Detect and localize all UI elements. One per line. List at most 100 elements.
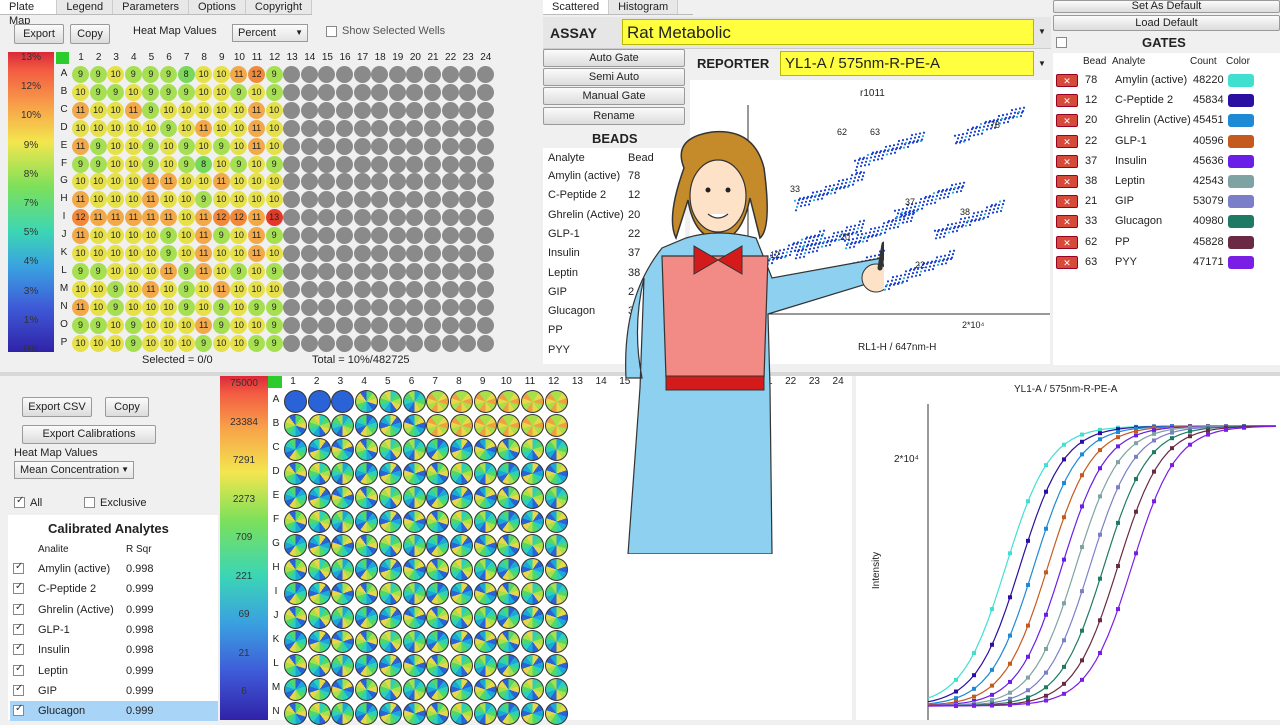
plate-well[interactable]: 9	[248, 298, 265, 316]
plate-well[interactable]	[331, 630, 355, 653]
cluster-label[interactable]: 78	[990, 120, 1000, 130]
plate-well[interactable]: 11	[248, 101, 265, 119]
column-header[interactable]: 1	[72, 52, 90, 63]
plate-well[interactable]	[284, 558, 307, 581]
gate-row[interactable]: ✕ 38 Leptin 42543	[1056, 172, 1280, 192]
column-header[interactable]: 14	[301, 52, 319, 63]
row-header[interactable]: D	[270, 466, 282, 477]
column-header[interactable]: 7	[178, 52, 196, 63]
plate-well[interactable]	[378, 438, 402, 461]
gate-color-swatch[interactable]	[1228, 175, 1254, 188]
plate-well[interactable]	[476, 334, 494, 352]
plate-well[interactable]: 10	[72, 245, 89, 262]
plate-well[interactable]: 10	[177, 191, 195, 209]
plate-well[interactable]	[283, 334, 301, 352]
plate-well[interactable]: 9	[248, 334, 265, 352]
plate-well[interactable]	[497, 486, 521, 509]
plate-well[interactable]	[406, 280, 424, 298]
row-header[interactable]: E	[58, 140, 70, 151]
plate-well[interactable]: 10	[107, 66, 125, 83]
plate-well[interactable]: 10	[195, 298, 213, 316]
plate-well[interactable]	[371, 262, 389, 280]
plate-well[interactable]	[388, 137, 406, 155]
plate-well[interactable]	[371, 119, 389, 137]
plate-well[interactable]: 10	[142, 227, 160, 245]
plate-well[interactable]: 9	[72, 66, 89, 83]
plate-well[interactable]: 10	[124, 245, 142, 262]
row-header[interactable]: J	[58, 229, 70, 240]
plate-well[interactable]: 9	[230, 155, 248, 173]
row-header[interactable]: I	[270, 586, 282, 597]
plate-well[interactable]	[318, 173, 336, 191]
plate-well[interactable]	[441, 245, 459, 262]
export-button[interactable]: Export	[14, 24, 64, 44]
plate-well[interactable]	[459, 316, 477, 334]
plate-well[interactable]: 10	[265, 173, 283, 191]
plate-well[interactable]: 10	[142, 316, 160, 334]
row-header[interactable]: C	[270, 442, 282, 453]
calibrated-analyte-row[interactable]: Insulin 0.998	[10, 640, 218, 660]
plate-well[interactable]: 10	[177, 119, 195, 137]
plate-well[interactable]: 11	[248, 137, 265, 155]
plate-well[interactable]	[402, 654, 426, 677]
plate-well[interactable]: 9	[265, 262, 283, 280]
plate-well[interactable]: 10	[212, 334, 230, 352]
plate-well[interactable]	[355, 558, 379, 581]
plate-well[interactable]	[336, 101, 353, 119]
plate-well[interactable]: 10	[177, 334, 195, 352]
column-header[interactable]: 10	[230, 52, 248, 63]
cluster-label[interactable]: 22	[915, 260, 925, 270]
plate-well[interactable]	[336, 262, 353, 280]
plate-well[interactable]	[441, 334, 459, 352]
plate-well[interactable]	[371, 280, 389, 298]
plate-well[interactable]: 9	[195, 191, 213, 209]
plate-well[interactable]	[424, 66, 441, 83]
plate-well[interactable]: 8	[177, 66, 195, 83]
plate-well[interactable]: 9	[195, 334, 213, 352]
plate-well[interactable]	[476, 280, 494, 298]
plate-well[interactable]	[283, 298, 301, 316]
plate-well[interactable]	[355, 462, 379, 485]
plate-well[interactable]	[307, 414, 331, 437]
plate-well[interactable]	[544, 606, 568, 629]
plate-well[interactable]: 10	[230, 298, 248, 316]
plate-well[interactable]: 10	[107, 245, 125, 262]
analyte-checkbox[interactable]	[13, 683, 24, 696]
plate-well[interactable]	[544, 438, 568, 461]
plate-well[interactable]	[441, 119, 459, 137]
heat-map-select[interactable]: Percent ▼	[232, 24, 308, 42]
analyte-checkbox[interactable]	[13, 703, 24, 717]
column-header[interactable]: 4	[355, 376, 373, 387]
plate-well[interactable]	[459, 119, 477, 137]
column-header[interactable]: 5	[142, 52, 160, 63]
plate-well[interactable]	[331, 606, 355, 629]
plate-well[interactable]	[355, 510, 379, 533]
column-header[interactable]: 2	[308, 376, 326, 387]
plate-well[interactable]: 11	[160, 209, 177, 227]
plate-well[interactable]	[476, 66, 494, 83]
plate-well[interactable]	[544, 582, 568, 605]
plate-well[interactable]	[402, 414, 426, 437]
plate-well[interactable]	[473, 606, 497, 629]
semi-auto-button[interactable]: Semi Auto	[543, 68, 685, 86]
rename-button[interactable]: Rename	[543, 107, 685, 125]
plate-well[interactable]	[283, 316, 301, 334]
exclusive-checkbox[interactable]	[84, 497, 95, 508]
plate-well[interactable]: 10	[265, 101, 283, 119]
plate-well[interactable]: 11	[195, 316, 213, 334]
plate-well[interactable]: 9	[265, 66, 283, 83]
row-header[interactable]: I	[58, 211, 70, 222]
plate-well[interactable]	[476, 173, 494, 191]
analyte-checkbox[interactable]	[13, 561, 24, 574]
plate-well[interactable]	[424, 334, 441, 352]
plate-well[interactable]	[476, 155, 494, 173]
plate-well[interactable]	[353, 227, 371, 245]
gate-row[interactable]: ✕ 12 C-Peptide 2 45834	[1056, 91, 1280, 111]
plate-well[interactable]: 10	[89, 245, 107, 262]
plate-well[interactable]	[318, 334, 336, 352]
plate-well[interactable]: 9	[124, 334, 142, 352]
plate-well[interactable]	[388, 101, 406, 119]
plate-well[interactable]: 10	[265, 137, 283, 155]
plate-well[interactable]: 10	[230, 334, 248, 352]
column-header[interactable]: 8	[450, 376, 468, 387]
